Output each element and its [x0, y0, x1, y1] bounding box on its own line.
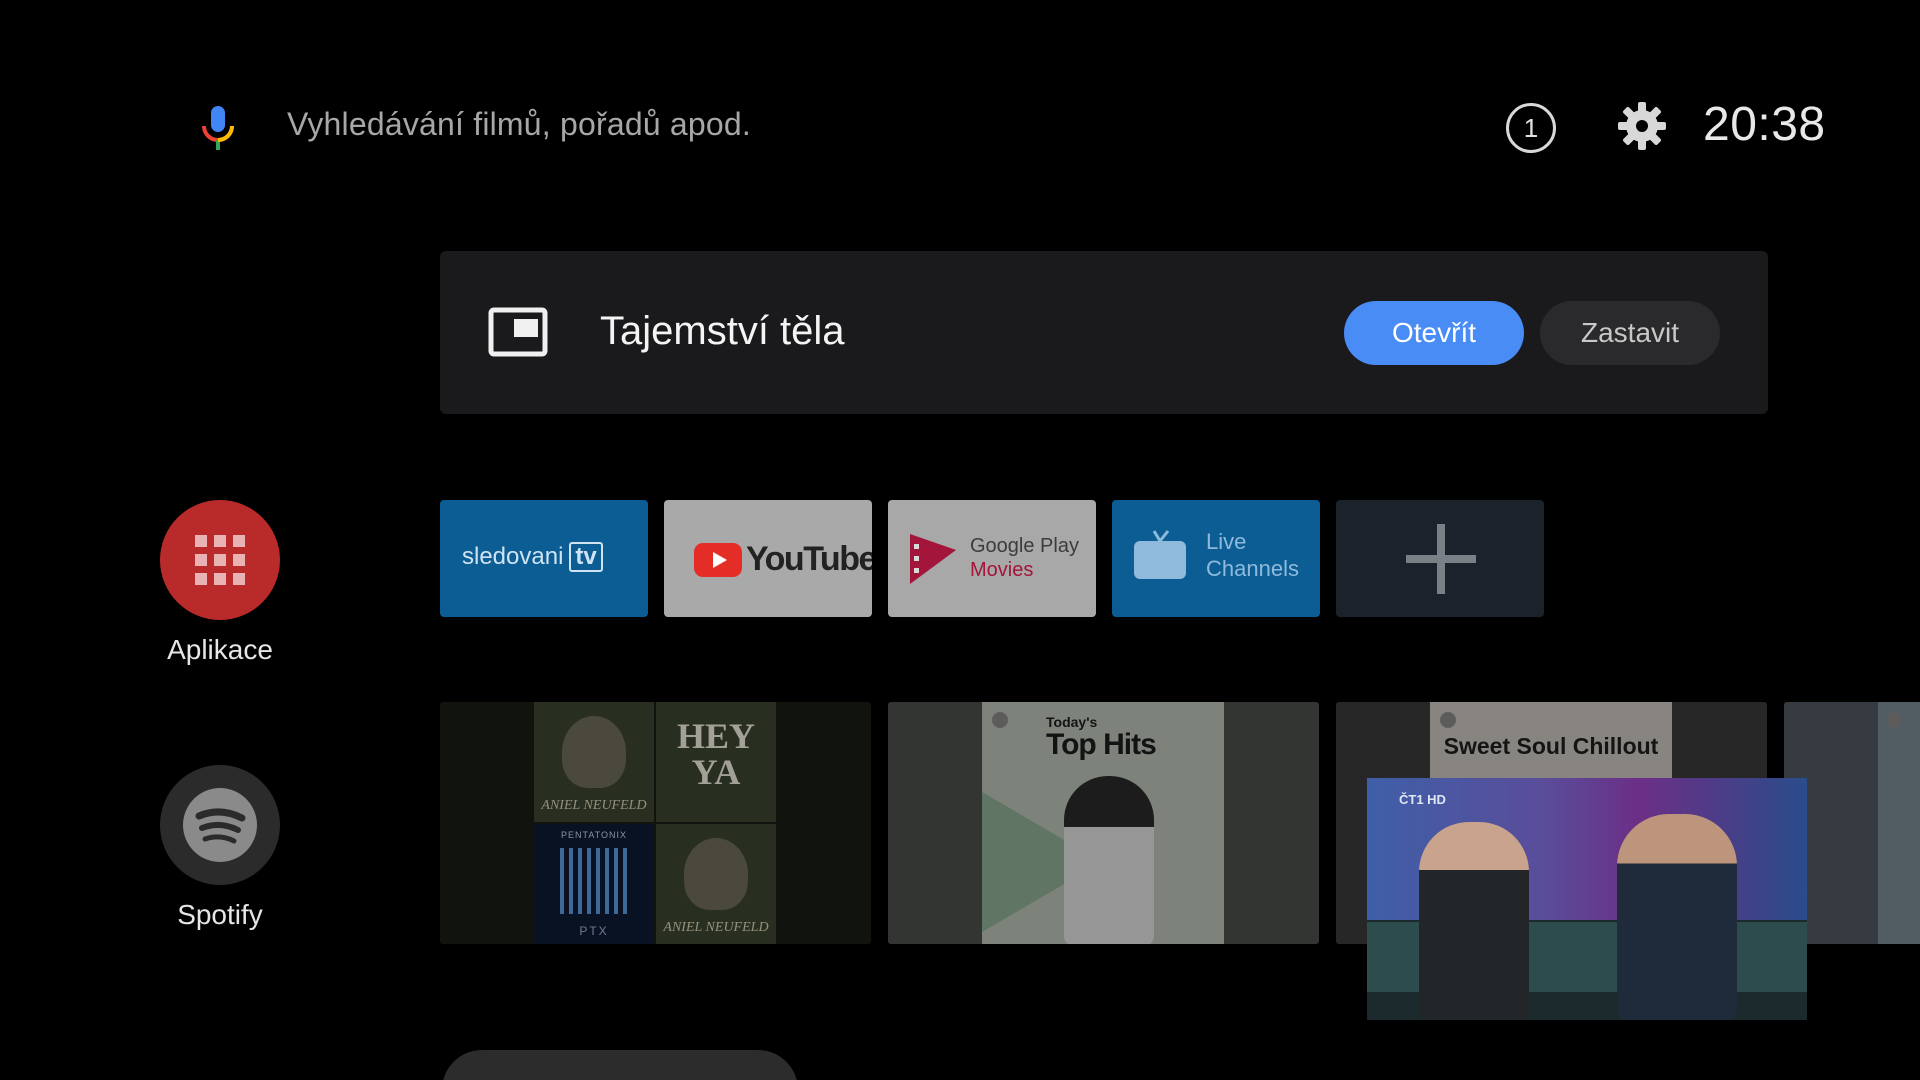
picture-in-picture-icon	[488, 307, 548, 357]
youtube-logo: YouTube	[694, 540, 872, 579]
rail-label-spotify: Spotify	[177, 899, 263, 930]
rail-item-spotify[interactable]: Spotify	[120, 765, 320, 931]
video-person	[1617, 814, 1737, 1020]
artist-portrait	[684, 838, 748, 910]
spotify-badge-icon	[1886, 712, 1902, 728]
playlist-cover	[1878, 702, 1920, 944]
movies-text: Movies	[970, 559, 1034, 581]
album-cover: PENTATONIX PTX	[534, 824, 654, 944]
google-play-text: Google Play	[970, 535, 1079, 557]
home-screen: Vyhledávání filmů, pořadů apod. 1 20:38 …	[0, 0, 1920, 1080]
app-tile-live-channels[interactable]: Live Channels	[1112, 500, 1320, 617]
album-title: HEY YA	[676, 716, 755, 792]
app-tile-google-play-movies[interactable]: Google Play Movies	[888, 500, 1096, 617]
youtube-play-icon	[694, 542, 742, 577]
live-channels-logo: Live Channels	[1132, 528, 1299, 582]
app-tile-sledovani-tv[interactable]: sledovani tv	[440, 500, 648, 617]
open-button[interactable]: Otevřít	[1344, 301, 1524, 365]
settings-gear-icon[interactable]	[1616, 100, 1668, 152]
youtube-text: YouTube	[746, 540, 872, 578]
playlist-title: Top Hits	[1046, 728, 1157, 761]
add-app-tile[interactable]	[1336, 500, 1544, 617]
video-person	[1419, 822, 1529, 1020]
channel-logo: ČT1 HD	[1399, 792, 1446, 807]
google-play-movies-logo: Google Play Movies	[908, 530, 1079, 586]
spotify-badge-icon	[1440, 712, 1456, 728]
content-card-playlist-1[interactable]: ANIEL NEUFELD HEY YA PENTATONIX PTX ANIE…	[440, 702, 871, 944]
spotify-icon	[183, 788, 257, 862]
live-text: Live	[1206, 529, 1247, 554]
app-tile-youtube[interactable]: YouTube	[664, 500, 872, 617]
notification-count: 1	[1506, 103, 1556, 153]
album-label: PENTATONIX	[560, 830, 627, 840]
rail-label-apps: Aplikace	[167, 634, 273, 665]
plus-icon	[1406, 524, 1476, 594]
album-collage: ANIEL NEUFELD HEY YA PENTATONIX PTX ANIE…	[534, 702, 776, 944]
playlist-cover: Today's Top Hits	[982, 702, 1224, 944]
microphone-icon[interactable]	[196, 104, 240, 152]
spotify-badge-icon	[992, 712, 1008, 728]
sledovani-tv-logo: sledovani tv	[462, 542, 603, 572]
now-playing-title: Tajemství těla	[600, 309, 845, 353]
channels-text: Channels	[1206, 556, 1299, 581]
album-label: PTX	[579, 924, 609, 938]
album-cover: HEY YA	[656, 702, 776, 822]
album-cover: ANIEL NEUFELD	[534, 702, 654, 822]
playlist-title: Sweet Soul Chillout	[1443, 733, 1659, 759]
apps-grid-icon	[195, 535, 245, 585]
search-input[interactable]: Vyhledávání filmů, pořadů apod.	[287, 106, 751, 143]
next-row-chip[interactable]	[442, 1050, 798, 1080]
play-movies-icon	[910, 534, 956, 584]
album-art	[560, 848, 630, 914]
album-cover: ANIEL NEUFELD	[656, 824, 776, 944]
content-card-todays-top-hits[interactable]: Today's Top Hits	[888, 702, 1319, 944]
pip-video-window[interactable]: ČT1 HD	[1367, 778, 1807, 1020]
artist-portrait	[562, 716, 626, 788]
sledovani-tv-badge: tv	[569, 542, 603, 572]
stop-button[interactable]: Zastavit	[1540, 301, 1720, 365]
album-label: ANIEL NEUFELD	[663, 920, 769, 935]
notifications-button[interactable]: 1	[1506, 103, 1556, 153]
tv-icon	[1134, 530, 1186, 579]
artist-photo	[1064, 776, 1154, 944]
now-playing-card: Tajemství těla Otevřít Zastavit	[440, 251, 1768, 414]
clock: 20:38	[1703, 98, 1826, 151]
album-label: ANIEL NEUFELD	[541, 798, 647, 813]
spotify-circle	[160, 765, 280, 885]
sledovani-text: sledovani	[462, 543, 564, 570]
rail-item-apps[interactable]: Aplikace	[120, 500, 320, 666]
apps-circle	[160, 500, 280, 620]
